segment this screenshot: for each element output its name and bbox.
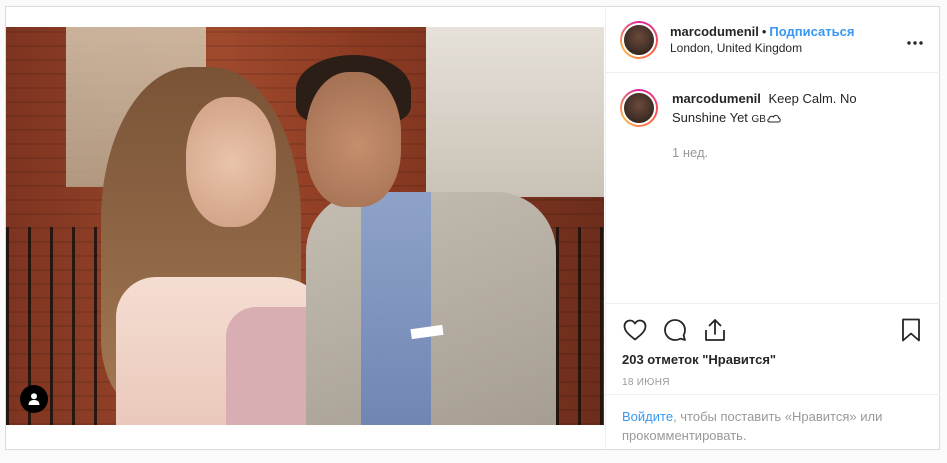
share-button[interactable] — [702, 317, 728, 343]
share-icon — [705, 319, 725, 341]
post-photo[interactable] — [6, 27, 604, 425]
post-date[interactable]: 18 ИЮНЯ — [606, 367, 940, 388]
photo-woman-face — [186, 97, 276, 227]
header-user-line: marcodumenil • Подписаться — [670, 24, 854, 40]
photo-man-head — [306, 72, 401, 207]
caption-time-ago[interactable]: 1 нед. — [672, 145, 926, 160]
save-button[interactable] — [898, 317, 924, 343]
like-button[interactable] — [622, 317, 648, 343]
cloud-icon — [767, 114, 781, 123]
comments-section: marcodumenil Keep Calm. No Sunshine Yet … — [606, 73, 940, 303]
login-prompt: Войдите, чтобы поставить «Нравится» или … — [606, 394, 940, 457]
caption-avatar[interactable] — [620, 89, 658, 127]
likes-count[interactable]: 203 отметок "Нравится" — [606, 344, 940, 367]
location-link[interactable]: London, United Kingdom — [670, 40, 854, 56]
follow-button[interactable]: Подписаться — [769, 24, 854, 39]
action-icons-row — [606, 304, 940, 344]
caption-text: marcodumenil Keep Calm. No Sunshine Yet … — [672, 89, 882, 129]
header-separator: • — [761, 23, 767, 39]
photo-man-jacket — [306, 192, 556, 425]
login-link[interactable]: Войдите — [622, 409, 673, 424]
photo-window-right — [426, 27, 604, 197]
comment-icon — [664, 319, 686, 341]
bookmark-icon — [902, 318, 920, 342]
more-horizontal-icon — [907, 41, 923, 45]
heart-icon — [623, 319, 647, 341]
post-card: marcodumenil • Подписаться London, United … — [5, 6, 940, 450]
comment-button[interactable] — [662, 317, 688, 343]
avatar[interactable] — [620, 20, 658, 59]
user-icon — [28, 393, 40, 405]
caption-username-link[interactable]: marcodumenil — [672, 91, 761, 106]
header-username-link[interactable]: marcodumenil — [670, 24, 759, 39]
caption-row: marcodumenil Keep Calm. No Sunshine Yet … — [620, 89, 926, 129]
user-tags-button[interactable] — [20, 385, 48, 413]
photo-man-shirt — [361, 192, 431, 425]
more-options-button[interactable] — [906, 31, 924, 49]
avatar-image — [622, 22, 656, 57]
post-header: marcodumenil • Подписаться London, United … — [606, 7, 940, 73]
header-text: marcodumenil • Подписаться London, United … — [670, 24, 854, 56]
caption-avatar-image — [622, 91, 656, 125]
post-sidebar: marcodumenil • Подписаться London, United … — [605, 7, 940, 449]
flag-emoji: GB — [751, 114, 766, 125]
actions-section: 203 отметок "Нравится" 18 ИЮНЯ Войдите, … — [606, 303, 940, 449]
